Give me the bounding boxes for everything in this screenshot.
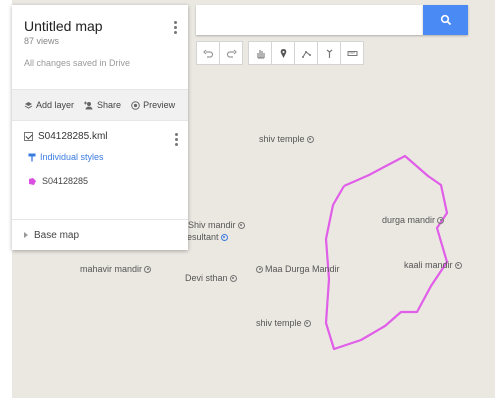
undo-button[interactable] (196, 41, 220, 65)
base-map-label: Base map (34, 229, 80, 241)
feature-label: S04128285 (42, 176, 89, 186)
individual-styles-label: Individual styles (40, 152, 104, 162)
redo-icon (226, 49, 237, 58)
feature-item[interactable]: S04128285 (28, 176, 176, 186)
kml-boundary-polygon[interactable] (324, 154, 449, 351)
place-pin-icon (256, 265, 263, 273)
map-panel: Untitled map 87 views All changes saved … (12, 5, 188, 250)
polygon-icon (29, 177, 36, 185)
place-label-maa-durga-mandir[interactable]: Maa Durga Mandir (256, 264, 340, 274)
place-pin-icon (454, 261, 462, 269)
paint-roller-icon (28, 153, 36, 161)
place-pin-icon (144, 265, 152, 273)
share-label: Share (97, 100, 122, 110)
map-options-icon[interactable] (174, 21, 178, 34)
place-pin-icon (220, 233, 228, 241)
measure-icon (347, 50, 357, 56)
add-layer-icon (24, 101, 33, 109)
layer-options-icon[interactable] (175, 133, 178, 146)
select-tool-button[interactable] (248, 41, 272, 65)
place-label-shiv-mandir[interactable]: Shiv mandir (188, 220, 245, 230)
place-label-text: resultant (184, 232, 219, 242)
place-pin-icon (303, 319, 311, 327)
panel-actions: Add layer Share Preview (12, 89, 188, 121)
place-pin-icon (437, 216, 445, 224)
directions-icon (326, 49, 332, 58)
add-person-icon (84, 101, 93, 109)
place-label-resultant[interactable]: resultant (184, 232, 228, 242)
place-label-text: shiv temple (256, 318, 302, 328)
view-count: 87 views (24, 36, 60, 46)
place-label-mahavir-mandir[interactable]: mahavir mandir (80, 264, 152, 274)
redo-button[interactable] (219, 41, 243, 65)
place-label-shiv-temple-bottom[interactable]: shiv temple (256, 318, 311, 328)
panel-header: Untitled map 87 views All changes saved … (12, 5, 188, 89)
expand-caret-icon (24, 232, 28, 238)
base-map-row[interactable]: Base map (12, 219, 188, 250)
layer-item: S04128285.kml Individual styles S0412828… (12, 121, 188, 213)
place-label-text: shiv temple (259, 134, 305, 144)
map-title[interactable]: Untitled map (24, 18, 176, 34)
add-marker-button[interactable] (271, 41, 295, 65)
place-label-durga-mandir[interactable]: durga mandir (382, 215, 445, 225)
draw-line-icon (301, 50, 311, 58)
place-label-text: Maa Durga Mandir (265, 264, 340, 274)
undo-icon (202, 49, 213, 58)
add-layer-label: Add layer (36, 100, 75, 110)
marker-icon (280, 48, 286, 58)
individual-styles-link[interactable]: Individual styles (28, 152, 176, 162)
place-label-shiv-temple-top[interactable]: shiv temple (259, 134, 314, 144)
place-pin-icon (229, 274, 237, 282)
measure-button[interactable] (340, 41, 364, 65)
save-status: All changes saved in Drive (24, 58, 131, 68)
place-pin-icon (306, 135, 314, 143)
place-label-text: mahavir mandir (80, 264, 143, 274)
place-pin-icon (237, 221, 245, 229)
search-icon (440, 14, 451, 26)
place-label-text: kaali mandir (404, 260, 453, 270)
map-toolbar (196, 41, 369, 65)
directions-button[interactable] (317, 41, 341, 65)
share-button[interactable]: Share (84, 100, 121, 110)
layer-header: S04128285.kml (24, 131, 176, 142)
preview-eye-icon (131, 100, 140, 110)
place-label-text: Shiv mandir (188, 220, 236, 230)
search-input[interactable] (196, 5, 423, 35)
layer-name[interactable]: S04128285.kml (38, 131, 108, 142)
place-label-text: durga mandir (382, 215, 436, 225)
hand-icon (256, 49, 265, 59)
layer-visibility-checkbox[interactable] (24, 132, 33, 141)
preview-label: Preview (143, 100, 176, 110)
search-button[interactable] (423, 5, 468, 35)
place-label-text: Devi sthan (185, 273, 228, 283)
add-layer-button[interactable]: Add layer (24, 100, 74, 110)
draw-line-button[interactable] (294, 41, 318, 65)
place-label-devi-sthan[interactable]: Devi sthan (185, 273, 237, 283)
preview-button[interactable]: Preview (131, 100, 175, 110)
place-label-kaali-mandir[interactable]: kaali mandir (404, 260, 462, 270)
